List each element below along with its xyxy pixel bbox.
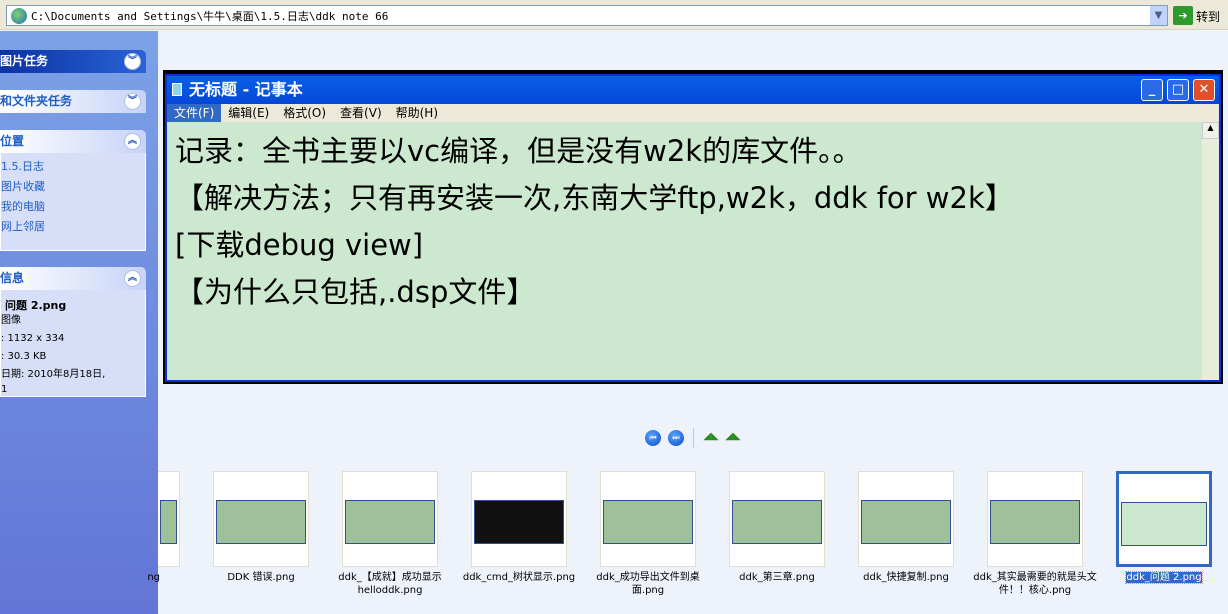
caption-text: ddk_成功导出文件到桌面.png [596, 572, 700, 596]
divider [693, 428, 694, 448]
caption-text: DDK 错误.png [227, 572, 295, 583]
notepad-menu: 文件(F) 编辑(E) 格式(O) 查看(V) 帮助(H) [167, 104, 1219, 122]
caption-text: ddk_快捷复制.png [863, 572, 949, 583]
notepad-window: 无标题 - 记事本 _ □ ✕ 文件(F) 编辑(E) 格式(O) 查看(V) … [165, 74, 1221, 382]
file-type: 图像 [1, 315, 21, 326]
text-line: 【解决方法；只有再安装一次,东南大学ftp,w2k，ddk for w2k】 [175, 181, 1014, 215]
file-dimensions: : 1132 x 334 [1, 333, 65, 344]
place-link[interactable]: 图片收藏 [1, 177, 145, 197]
thumbnail[interactable] [471, 471, 567, 567]
caption-text: ddk_【成就】成功显示helloddk.png [338, 572, 442, 596]
thumbnail-image [603, 500, 693, 544]
notepad-titlebar: 无标题 - 记事本 _ □ ✕ [167, 76, 1219, 104]
thumbnail-caption[interactable]: ddk_第三章.png [714, 571, 840, 584]
panel-title: 图片任务 [0, 54, 49, 68]
chevron-expand-icon[interactable]: ︾ [124, 93, 141, 110]
chevron-collapse-icon[interactable]: ︽ [124, 270, 141, 287]
places-header[interactable]: 位置 ︽ [0, 130, 146, 153]
thumbnail-image [861, 500, 951, 544]
menu-view: 查看(V) [340, 106, 382, 120]
chevron-expand-icon[interactable]: ︾ [124, 53, 141, 70]
rotate-counterclockwise-icon[interactable]: ◢◣ [725, 431, 741, 445]
globe-icon [11, 7, 27, 24]
thumbnail-caption[interactable]: ddk_成功导出文件到桌面.png [585, 571, 711, 597]
caption-text: ng [147, 572, 160, 583]
thumbnail-image [345, 500, 435, 544]
go-button[interactable]: 转到 [1196, 8, 1220, 25]
thumbnail-caption[interactable]: ng [100, 571, 160, 584]
task-pane: 图片任务 ︾ 和文件夹任务 ︾ 位置 ︽ 1.5.日志 图片收藏 我的电脑 网上邻居 … [0, 31, 158, 614]
caption-text: ddk_问题 2.png [1125, 571, 1203, 584]
text-line: 【为什么只包括,.dsp文件】 [175, 275, 536, 309]
panel-title: 位置 [0, 134, 25, 148]
thumbnail[interactable] [342, 471, 438, 567]
thumbnail-image [216, 500, 306, 544]
go-arrow-icon[interactable]: ➔ [1173, 6, 1193, 25]
notepad-text: 记录：全书主要以vc编译，但是没有w2k的库文件。。 【解决方法；只有再安装一次… [167, 122, 1219, 380]
thumbnail-image [474, 500, 564, 544]
maximize-icon: □ [1167, 79, 1189, 101]
details-panel: 问题 2.png 图像 : 1132 x 334 : 30.3 KB 日期: 2… [0, 290, 146, 397]
file-date: 日期: 2010年8月18日, [1, 369, 106, 380]
caption-text: ddk_cmd_树状显示.png [462, 572, 576, 583]
close-icon: ✕ [1193, 79, 1215, 101]
place-link[interactable]: 1.5.日志 [1, 157, 145, 177]
chevron-down-icon[interactable]: ▼ [1150, 6, 1167, 25]
address-bar: C:\Documents and Settings\牛牛\桌面\1.5.日志\d… [0, 0, 1228, 30]
thumbnail-caption[interactable]: ddk_【成就】成功显示helloddk.png [327, 571, 453, 597]
file-name: 问题 2.png [5, 299, 67, 312]
panel-title: 和文件夹任务 [0, 94, 73, 108]
chevron-collapse-icon[interactable]: ︽ [124, 133, 141, 150]
thumbnail[interactable] [987, 471, 1083, 567]
thumbnail[interactable] [600, 471, 696, 567]
file-folder-tasks-header[interactable]: 和文件夹任务 ︾ [0, 90, 146, 113]
caption-text: ddk_其实最需要的就是头文件！！核心.png [973, 572, 1097, 596]
menu-edit: 编辑(E) [228, 106, 270, 120]
thumbnail[interactable] [213, 471, 309, 567]
image-preview: 无标题 - 记事本 _ □ ✕ 文件(F) 编辑(E) 格式(O) 查看(V) … [163, 70, 1223, 384]
thumbnail[interactable] [158, 471, 180, 567]
menu-file: 文件(F) [167, 104, 222, 122]
thumbnail[interactable] [1116, 471, 1212, 567]
thumbnail-caption[interactable]: ddk_快捷复制.png [843, 571, 969, 584]
thumbnail-caption[interactable]: DDK 错误.png [198, 571, 324, 584]
thumbnail-image [160, 500, 177, 544]
thumbnail-image [990, 500, 1080, 544]
minimize-icon: _ [1141, 79, 1163, 101]
place-link[interactable]: 我的电脑 [1, 197, 145, 217]
scrollbar: ▲ [1202, 122, 1219, 380]
thumbnail[interactable] [729, 471, 825, 567]
file-size: : 30.3 KB [1, 351, 47, 362]
thumbnail-image [732, 500, 822, 544]
thumbnail-image [1121, 502, 1207, 546]
file-date-cont: 1 [1, 384, 8, 395]
address-path: C:\Documents and Settings\牛牛\桌面\1.5.日志\d… [31, 9, 389, 23]
address-input[interactable]: C:\Documents and Settings\牛牛\桌面\1.5.日志\d… [6, 5, 1168, 26]
thumbnail-caption[interactable]: ddk_问题 2.png [1101, 571, 1227, 584]
thumbnail-caption[interactable]: ddk_其实最需要的就是头文件！！核心.png [972, 571, 1098, 597]
details-header[interactable]: 信息 ︽ [0, 267, 146, 290]
picture-tasks-header[interactable]: 图片任务 ︾ [0, 50, 146, 73]
thumbnail[interactable] [858, 471, 954, 567]
previous-image-icon[interactable]: ⏮ [645, 430, 661, 446]
next-image-icon[interactable]: ⏭ [668, 430, 684, 446]
notepad-icon [172, 83, 182, 96]
window-title: 无标题 - 记事本 [189, 80, 303, 99]
menu-format: 格式(O) [283, 106, 327, 120]
caption-text: ddk_第三章.png [739, 572, 815, 583]
text-line: 记录：全书主要以vc编译，但是没有w2k的库文件。。 [175, 134, 862, 168]
places-panel: 1.5.日志 图片收藏 我的电脑 网上邻居 [0, 153, 146, 251]
place-link[interactable]: 网上邻居 [1, 217, 145, 237]
rotate-clockwise-icon[interactable]: ◢◣ [703, 431, 719, 445]
panel-title: 信息 [0, 271, 25, 285]
text-line: [下载debug view] [175, 228, 424, 262]
thumbnail-caption[interactable]: ddk_cmd_树状显示.png [456, 571, 582, 584]
menu-help: 帮助(H) [395, 106, 439, 120]
